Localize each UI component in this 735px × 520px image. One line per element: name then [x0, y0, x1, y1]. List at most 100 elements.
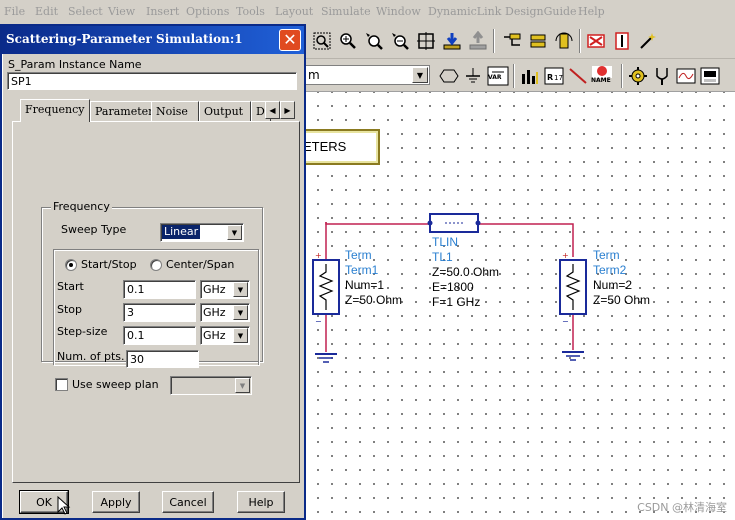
step-size-input[interactable]: 0.1	[123, 326, 196, 345]
chevron-down-icon[interactable]: ▼	[412, 67, 428, 83]
zoom-out-icon[interactable]	[389, 30, 411, 52]
sparam-dialog: Scattering-Parameter Simulation:1 ✕ S_Pa…	[0, 24, 306, 520]
tlin-f-label: F=1 GHz	[432, 295, 481, 309]
chevron-left-icon[interactable]: ◀	[265, 101, 280, 119]
start-stop-label: Start/Stop	[81, 258, 137, 271]
rotate-tool-icon[interactable]	[553, 30, 575, 52]
tlin-name-label: TL1	[432, 250, 453, 264]
display-icon[interactable]	[699, 65, 721, 87]
menu-designguide[interactable]: DesignGuide	[505, 5, 577, 18]
zoom-in-icon[interactable]	[337, 30, 359, 52]
center-span-radio[interactable]	[150, 259, 162, 271]
bar-chart-icon[interactable]	[519, 65, 541, 87]
toolbar-separator	[621, 64, 623, 88]
start-unit-value: GHz	[203, 283, 226, 296]
push-into-icon[interactable]	[441, 30, 463, 52]
chevron-down-icon[interactable]: ▼	[233, 282, 248, 297]
short-icon[interactable]	[611, 30, 633, 52]
stop-input[interactable]: 3	[123, 303, 196, 322]
chevron-down-icon[interactable]: ▼	[235, 378, 250, 393]
menu-tools[interactable]: Tools	[236, 5, 265, 18]
svg-text:17: 17	[554, 74, 563, 82]
tab-frequency[interactable]: Frequency	[20, 99, 90, 122]
menu-bar: File Edit Select View Insert Options Too…	[0, 0, 735, 24]
menu-edit[interactable]: Edit	[35, 5, 58, 18]
chevron-right-icon[interactable]: ▶	[280, 101, 295, 119]
sweep-type-label: Sweep Type	[61, 223, 127, 236]
port-hexagon-icon[interactable]	[438, 65, 460, 87]
svg-text:+: +	[562, 251, 569, 260]
tab-output[interactable]: Output	[199, 101, 251, 121]
mirror-tool-icon[interactable]	[527, 30, 549, 52]
var-label: VAR	[488, 74, 502, 81]
schematic-canvas[interactable]: ETERS + − + − Term Term1 Num=1 Z=50 Ohm	[295, 92, 735, 520]
sweep-plan-select[interactable]: ▼	[170, 376, 252, 395]
instance-name-label: S_Param Instance Name	[8, 58, 142, 71]
menu-window[interactable]: Window	[376, 5, 421, 18]
term1-name-label: Term1	[345, 263, 379, 277]
chevron-down-icon[interactable]: ▼	[227, 225, 242, 240]
menu-insert[interactable]: Insert	[146, 5, 179, 18]
start-input[interactable]: 0.1	[123, 280, 196, 299]
zoom-point-icon[interactable]	[363, 30, 385, 52]
menu-simulate[interactable]: Simulate	[321, 5, 371, 18]
close-icon[interactable]: ✕	[279, 29, 301, 51]
svg-text:−: −	[315, 317, 322, 326]
menu-layout[interactable]: Layout	[275, 5, 313, 18]
toolbar-separator	[513, 64, 515, 88]
ground-icon[interactable]	[462, 65, 484, 87]
start-label: Start	[57, 280, 84, 293]
view-all-icon[interactable]	[415, 30, 437, 52]
stop-unit-select[interactable]: GHz ▼	[200, 303, 250, 322]
waveform-icon[interactable]	[675, 65, 697, 87]
toolbar-separator	[493, 29, 495, 53]
stop-label: Stop	[57, 303, 83, 316]
watermark-text: CSDN @林清海室	[637, 501, 727, 514]
var-eqn-icon[interactable]: VAR	[486, 65, 510, 87]
tab-scroll-arrows: ◀ ▶	[265, 101, 295, 119]
sweep-type-select[interactable]: Linear ▼	[160, 223, 244, 242]
num-pts-input[interactable]: 30	[126, 350, 199, 368]
center-span-label: Center/Span	[166, 258, 235, 271]
step-unit-select[interactable]: GHz ▼	[200, 326, 250, 345]
tlin-e-label: E=1800	[432, 280, 474, 294]
frequency-tab-panel: Frequency Sweep Type Linear ▼ Start/Stop…	[12, 121, 300, 483]
magic-wand-icon[interactable]	[637, 30, 659, 52]
component-library-combo[interactable]: m ▼	[305, 65, 430, 85]
deactivate-icon[interactable]	[585, 30, 607, 52]
dialog-titlebar[interactable]: Scattering-Parameter Simulation:1 ✕	[2, 26, 304, 54]
tuning-fork-icon[interactable]	[651, 65, 673, 87]
chevron-down-icon[interactable]: ▼	[233, 328, 248, 343]
menu-view[interactable]: View	[108, 5, 135, 18]
zoom-area-icon[interactable]	[311, 30, 333, 52]
chevron-down-icon[interactable]: ▼	[233, 305, 248, 320]
tab-noise[interactable]: Noise	[151, 101, 199, 121]
step-size-label: Step-size	[57, 325, 108, 338]
mouse-cursor-icon	[57, 496, 71, 515]
cancel-button[interactable]: Cancel	[162, 491, 214, 513]
menu-options[interactable]: Options	[186, 5, 229, 18]
help-button[interactable]: Help	[237, 491, 285, 513]
toolbar-separator	[579, 29, 581, 53]
instance-name-field[interactable]: SP1	[7, 72, 297, 90]
wire-tool-icon[interactable]	[501, 30, 523, 52]
start-stop-radio[interactable]	[65, 259, 77, 271]
term2-num-label: Num=2	[593, 278, 633, 292]
tab-parameters[interactable]: Parameters	[90, 101, 159, 121]
name-tool-icon[interactable]: NAME	[589, 64, 615, 86]
apply-button[interactable]: Apply	[92, 491, 140, 513]
menu-file[interactable]: File	[4, 5, 25, 18]
view-toolbar	[305, 24, 735, 59]
start-unit-select[interactable]: GHz ▼	[200, 280, 250, 299]
term1-type-label: Term	[345, 248, 372, 262]
sweep-plan-checkbox[interactable]	[55, 378, 68, 391]
svg-text:+: +	[315, 251, 322, 260]
menu-help[interactable]: Help	[578, 5, 605, 18]
pop-out-icon[interactable]	[467, 30, 489, 52]
gear-icon[interactable]	[627, 65, 649, 87]
data-file-icon[interactable]: R 17	[543, 65, 565, 87]
menu-dynamiclink[interactable]: DynamicLink	[428, 5, 501, 18]
term2-z-label: Z=50 Ohm	[593, 293, 651, 307]
menu-select[interactable]: Select	[68, 5, 103, 18]
line-draw-icon[interactable]	[567, 65, 589, 87]
